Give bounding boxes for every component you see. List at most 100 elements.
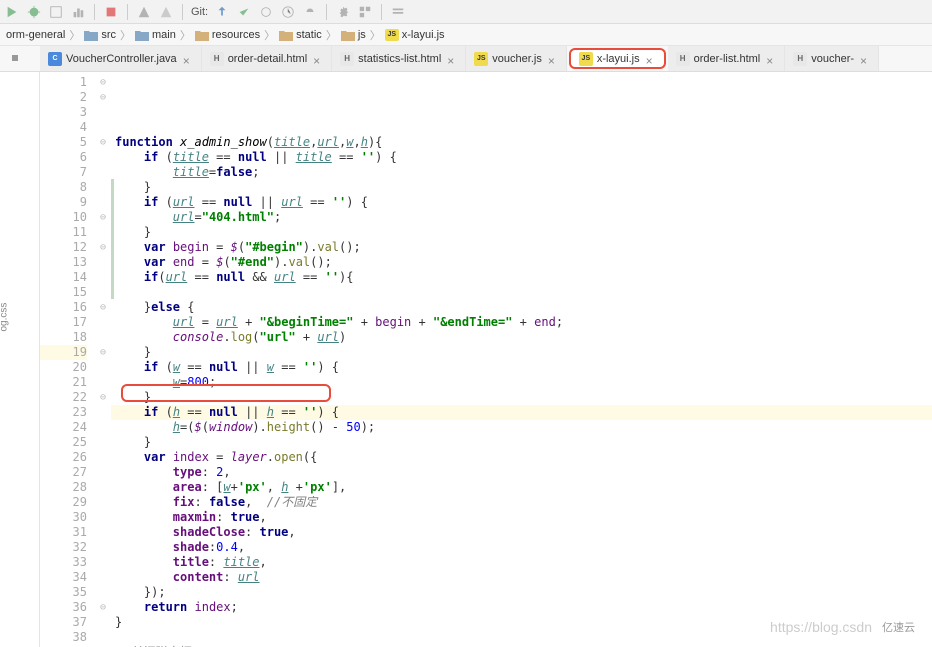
coverage-icon[interactable] [48, 4, 64, 20]
line-number[interactable]: 25 [40, 435, 87, 450]
line-number[interactable]: 3 [40, 105, 87, 120]
line-number[interactable]: 4 [40, 120, 87, 135]
fold-toggle[interactable]: ⊖ [95, 300, 111, 315]
code-line[interactable]: h=($(window).height() - 50); [111, 420, 932, 435]
breadcrumb-file[interactable]: JSx-layui.js [383, 29, 447, 41]
line-number[interactable]: 26 [40, 450, 87, 465]
line-number[interactable]: 6 [40, 150, 87, 165]
code-line[interactable]: } [111, 390, 932, 405]
line-number[interactable]: 12 [40, 240, 87, 255]
line-number[interactable]: 33 [40, 555, 87, 570]
tab-voucher-[interactable]: voucher-× [785, 46, 879, 71]
code-line[interactable]: maxmin: true, [111, 510, 932, 525]
code-line[interactable]: var begin = $("#begin").val(); [111, 240, 932, 255]
fold-toggle[interactable]: ⊖ [95, 135, 111, 150]
line-number[interactable]: 36 [40, 600, 87, 615]
line-number[interactable]: 32 [40, 540, 87, 555]
line-number[interactable]: 21 [40, 375, 87, 390]
structure-icon[interactable] [357, 4, 373, 20]
build-icon[interactable] [136, 4, 152, 20]
code-line[interactable] [111, 285, 932, 300]
tab-close-icon[interactable]: × [646, 54, 656, 64]
tab-order-list-html[interactable]: order-list.html× [668, 46, 786, 71]
code-line[interactable]: shadeClose: true, [111, 525, 932, 540]
code-editor[interactable]: function x_admin_show(title,url,w,h){ if… [111, 72, 932, 647]
git-revert-icon[interactable] [302, 4, 318, 20]
line-number[interactable]: 29 [40, 495, 87, 510]
line-number[interactable]: 17 [40, 315, 87, 330]
line-number[interactable]: 37 [40, 615, 87, 630]
line-number[interactable]: 23 [40, 405, 87, 420]
run-icon[interactable] [4, 4, 20, 20]
more-icon[interactable] [390, 4, 406, 20]
breadcrumb-main[interactable]: main [133, 29, 178, 41]
tab-close-icon[interactable]: × [313, 54, 323, 64]
fold-toggle[interactable]: ⊖ [95, 600, 111, 615]
line-number[interactable]: 5 [40, 135, 87, 150]
line-number-gutter[interactable]: 1234567891011121314151617181920212223242… [40, 72, 95, 647]
code-line[interactable]: } [111, 180, 932, 195]
breadcrumb-static[interactable]: static [277, 29, 324, 41]
code-line[interactable]: return index; [111, 600, 932, 615]
code-line[interactable]: if (title == null || title == '') { [111, 150, 932, 165]
code-line[interactable]: if(url == null && url == ''){ [111, 270, 932, 285]
tab-close-icon[interactable]: × [447, 54, 457, 64]
git-history-icon[interactable] [280, 4, 296, 20]
code-line[interactable]: } [111, 435, 932, 450]
fold-gutter[interactable]: ⊖⊖⊖⊖⊖⊖⊖⊖⊖ [95, 72, 111, 647]
code-line[interactable]: type: 2, [111, 465, 932, 480]
git-update-icon[interactable] [214, 4, 230, 20]
line-number[interactable]: 31 [40, 525, 87, 540]
line-number[interactable]: 24 [40, 420, 87, 435]
fold-toggle[interactable]: ⊖ [95, 210, 111, 225]
line-number[interactable]: 10 [40, 210, 87, 225]
line-number[interactable]: 18 [40, 330, 87, 345]
line-number[interactable]: 27 [40, 465, 87, 480]
line-number[interactable]: 16 [40, 300, 87, 315]
code-line[interactable]: content: url [111, 570, 932, 585]
line-number[interactable]: 35 [40, 585, 87, 600]
code-line[interactable]: if (w == null || w == '') { [111, 360, 932, 375]
fold-toggle[interactable]: ⊖ [95, 345, 111, 360]
code-line[interactable]: } [111, 345, 932, 360]
line-number[interactable]: 19 [40, 345, 87, 360]
breadcrumb-js[interactable]: js [339, 29, 368, 41]
tab-close-icon[interactable]: × [183, 54, 193, 64]
line-number[interactable]: 2 [40, 90, 87, 105]
fold-toggle[interactable]: ⊖ [95, 390, 111, 405]
line-number[interactable]: 1 [40, 75, 87, 90]
code-line[interactable]: function x_admin_show(title,url,w,h){ [111, 135, 932, 150]
stop-icon[interactable] [103, 4, 119, 20]
tab-voucher-js[interactable]: JSvoucher.js× [466, 46, 567, 71]
code-line[interactable]: console.log("url" + url) [111, 330, 932, 345]
breadcrumb-src[interactable]: src [82, 29, 118, 41]
line-number[interactable]: 22 [40, 390, 87, 405]
tab-close-icon[interactable]: × [548, 54, 558, 64]
line-number[interactable]: 13 [40, 255, 87, 270]
profile-icon[interactable] [70, 4, 86, 20]
line-number[interactable]: 20 [40, 360, 87, 375]
line-number[interactable]: 28 [40, 480, 87, 495]
project-sidebar[interactable]: og.css [0, 72, 40, 647]
line-number[interactable]: 9 [40, 195, 87, 210]
line-number[interactable]: 14 [40, 270, 87, 285]
build2-icon[interactable] [158, 4, 174, 20]
line-number[interactable]: 7 [40, 165, 87, 180]
code-line[interactable]: url="404.html"; [111, 210, 932, 225]
git-commit-icon[interactable] [236, 4, 252, 20]
code-line[interactable]: area: [w+'px', h +'px'], [111, 480, 932, 495]
tab-scroll-left-icon[interactable] [8, 51, 22, 65]
fold-toggle[interactable]: ⊖ [95, 90, 111, 105]
tab-close-icon[interactable]: × [860, 54, 870, 64]
code-line[interactable]: var end = $("#end").val(); [111, 255, 932, 270]
tab-order-detail-html[interactable]: order-detail.html× [202, 46, 332, 71]
fold-toggle[interactable]: ⊖ [95, 240, 111, 255]
line-number[interactable]: 34 [40, 570, 87, 585]
code-line[interactable]: var index = layer.open({ [111, 450, 932, 465]
line-number[interactable]: 30 [40, 510, 87, 525]
code-line[interactable]: }); [111, 585, 932, 600]
code-line[interactable]: if (h == null || h == '') { [111, 405, 932, 420]
code-line[interactable]: w=800; [111, 375, 932, 390]
fold-toggle[interactable]: ⊖ [95, 75, 111, 90]
code-line[interactable]: url = url + "&beginTime=" + begin + "&en… [111, 315, 932, 330]
